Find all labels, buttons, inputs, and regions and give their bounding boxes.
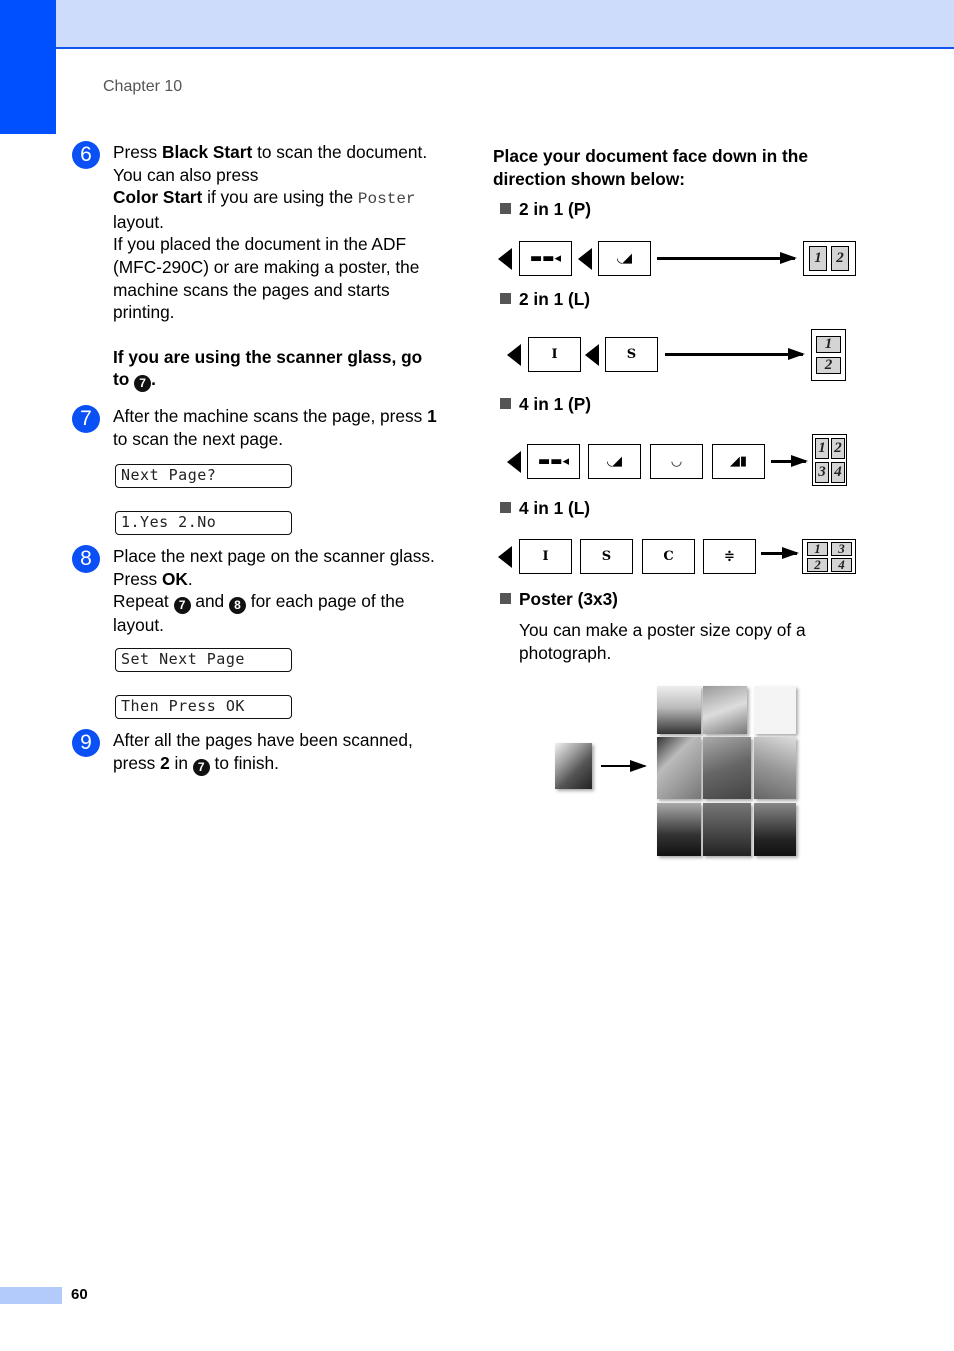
step-number: 8 bbox=[72, 545, 100, 573]
step-number: 7 bbox=[72, 405, 100, 433]
chapter-side-tab bbox=[0, 0, 56, 134]
output-cell: 3 bbox=[815, 462, 829, 483]
output-cell: 4 bbox=[831, 462, 845, 483]
output-cell: 4 bbox=[831, 558, 852, 572]
output-sheet: 1 2 3 4 bbox=[812, 434, 847, 486]
poster-tile bbox=[703, 686, 747, 734]
poster-description: You can make a poster size copy of a pho… bbox=[519, 620, 806, 663]
black-start-key: Black Start bbox=[161, 142, 253, 162]
layout-heading: 2 in 1 (L) bbox=[500, 289, 590, 310]
direction-arrow-icon bbox=[507, 451, 521, 473]
lcd-display: Set Next Page bbox=[115, 648, 292, 672]
page-thumb: ≑ bbox=[703, 539, 756, 574]
output-cell: 1 bbox=[809, 246, 827, 271]
step-ref: 7 bbox=[192, 758, 210, 776]
page-thumb: ◟◞ bbox=[650, 444, 703, 479]
direction-arrow-icon bbox=[498, 248, 512, 270]
bullet-square-icon bbox=[500, 593, 511, 604]
page-thumb: ◟◢ bbox=[598, 241, 651, 276]
step-number: 9 bbox=[72, 729, 100, 757]
result-arrow-icon bbox=[771, 455, 808, 467]
output-cell: 2 bbox=[831, 438, 845, 459]
step-ref: 7 bbox=[134, 375, 152, 393]
result-arrow-icon bbox=[657, 252, 797, 264]
page-thumb: ▬▬◂ bbox=[527, 444, 580, 479]
bullet-square-icon bbox=[500, 203, 511, 214]
direction-arrow-icon bbox=[507, 344, 521, 366]
result-arrow-icon bbox=[761, 547, 799, 559]
lcd-display: Then Press OK bbox=[115, 695, 292, 719]
placement-heading: Place your document face down in the dir… bbox=[493, 146, 808, 189]
lcd-display: Next Page? bbox=[115, 464, 292, 488]
layout-heading: 4 in 1 (L) bbox=[500, 498, 590, 519]
result-arrow-icon bbox=[665, 348, 805, 360]
scanner-glass-note: If you are using the scanner glass, go t… bbox=[113, 346, 423, 393]
header-band bbox=[56, 0, 954, 49]
output-cell: 1 bbox=[815, 438, 829, 459]
bullet-square-icon bbox=[500, 398, 511, 409]
step-text: After all the pages have been scanned, p… bbox=[113, 730, 413, 776]
output-cell: 1 bbox=[816, 336, 841, 353]
poster-tile bbox=[657, 686, 701, 734]
page-thumb: S bbox=[580, 539, 633, 574]
direction-arrow-icon bbox=[585, 344, 599, 366]
output-cell: 1 bbox=[807, 542, 828, 556]
poster-option: Poster bbox=[357, 190, 416, 209]
output-cell: 2 bbox=[831, 246, 849, 271]
layout-heading: 2 in 1 (P) bbox=[500, 199, 591, 220]
page-number: 60 bbox=[71, 1286, 88, 1303]
step-text: After the machine scans the page, press … bbox=[113, 406, 437, 449]
output-cell: 2 bbox=[816, 357, 841, 374]
page-thumb: I bbox=[528, 337, 581, 372]
adf-note: If you placed the document in the ADF (M… bbox=[113, 234, 420, 323]
poster-tile bbox=[657, 803, 701, 856]
layout-heading: Poster (3x3) bbox=[500, 589, 618, 610]
page-thumb: ◟◢ bbox=[588, 444, 641, 479]
page-thumb: ◢▮ bbox=[712, 444, 765, 479]
page-thumb: S bbox=[605, 337, 658, 372]
output-cell: 3 bbox=[831, 542, 852, 556]
step-text: Place the next page on the scanner glass… bbox=[113, 546, 435, 636]
poster-tile bbox=[754, 686, 796, 734]
layout-heading: 4 in 1 (P) bbox=[500, 394, 591, 415]
page-thumb: I bbox=[519, 539, 572, 574]
original-photo bbox=[555, 743, 592, 789]
step-ref: 8 bbox=[228, 597, 246, 615]
page-thumb: C bbox=[642, 539, 695, 574]
step-number: 6 bbox=[72, 141, 100, 169]
output-sheet: 1 3 2 4 bbox=[802, 539, 856, 574]
bullet-square-icon bbox=[500, 502, 511, 513]
poster-tile bbox=[754, 803, 796, 856]
chapter-label: Chapter 10 bbox=[103, 78, 183, 95]
enlarge-arrow-icon bbox=[601, 760, 647, 772]
step-ref: 7 bbox=[173, 597, 191, 615]
output-sheet: 1 2 bbox=[811, 329, 846, 381]
footer-bar bbox=[0, 1287, 62, 1304]
poster-tile bbox=[703, 803, 751, 856]
poster-tile bbox=[657, 737, 701, 799]
poster-tile bbox=[754, 737, 796, 799]
color-start-key: Color Start bbox=[113, 187, 203, 208]
output-cell: 2 bbox=[807, 558, 828, 572]
direction-arrow-icon bbox=[498, 546, 512, 568]
poster-tile bbox=[703, 737, 751, 799]
output-sheet: 1 2 bbox=[803, 241, 856, 276]
step-text: Press Black Start to scan the document. … bbox=[113, 142, 428, 393]
page-thumb: ▬▬◂ bbox=[519, 241, 572, 276]
lcd-display: 1.Yes 2.No bbox=[115, 511, 292, 535]
poster-illustration bbox=[548, 680, 808, 870]
bullet-square-icon bbox=[500, 293, 511, 304]
direction-arrow-icon bbox=[578, 248, 592, 270]
